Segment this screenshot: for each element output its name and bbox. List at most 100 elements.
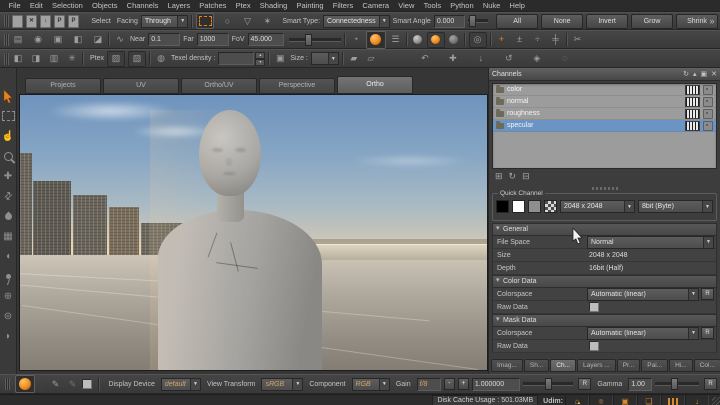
smudge-tool-icon[interactable]: ◗ [1, 326, 16, 346]
file-save-icon[interactable]: ↓ [39, 14, 53, 28]
import-ptex-icon[interactable]: P [67, 14, 81, 28]
display-device-dropdown[interactable]: default ▼ [161, 378, 201, 391]
move-tool-icon[interactable]: ✚ [1, 166, 16, 186]
gamma-reset-button[interactable]: R [704, 378, 717, 390]
marquee-select-tool[interactable] [196, 13, 214, 29]
toolbar-drag-handle[interactable] [4, 34, 9, 46]
menu-view[interactable]: View [394, 1, 419, 10]
copy-status-icon[interactable]: ❑ [637, 395, 661, 405]
resize-grip[interactable] [712, 397, 720, 405]
texel-density-input[interactable] [218, 52, 254, 65]
select-cursor-tool-icon[interactable] [1, 86, 16, 106]
bars-status-icon[interactable] [661, 395, 685, 405]
globe-icon[interactable]: ◍ [154, 52, 168, 66]
channel-cache-icon[interactable] [703, 109, 713, 119]
component-dropdown[interactable]: RGB ▼ [352, 378, 390, 391]
download-status-icon[interactable]: ↓ [685, 395, 709, 405]
cube-view-icon[interactable]: ▤ [11, 33, 25, 47]
tab-projects-panel[interactable]: Pr... [617, 359, 641, 372]
view-transform-dropdown[interactable]: sRGB ▼ [261, 378, 303, 391]
half-sphere-icon[interactable]: ◧ [71, 33, 85, 47]
panel-collapse-icon[interactable]: ▴ [693, 70, 697, 78]
mask-raw-data-checkbox[interactable] [589, 341, 599, 351]
facing-dropdown[interactable]: Through ▼ [141, 15, 188, 28]
menu-ptex[interactable]: Ptex [231, 1, 255, 10]
tab-image-manager[interactable]: Imag... [491, 359, 523, 372]
rotate-icon[interactable]: ↺ [502, 52, 516, 66]
merge-patch-icon[interactable]: ╪ [549, 33, 563, 47]
gamma-slider[interactable] [655, 382, 699, 386]
tab-colors[interactable]: Col... [694, 359, 720, 372]
spin-down-icon[interactable]: ▼ [255, 59, 265, 66]
file-close-icon[interactable]: ✕ [25, 14, 39, 28]
menu-patches[interactable]: Patches [195, 1, 231, 10]
select-grow-button[interactable]: Grow [631, 14, 673, 29]
slider-handle[interactable] [305, 34, 312, 46]
projection-a-icon[interactable]: ◧ [11, 52, 25, 66]
panel-refresh-icon[interactable]: ↻ [683, 70, 689, 78]
camera-view-icon[interactable]: ◉ [31, 33, 45, 47]
color-colorspace-reset-button[interactable]: R [701, 288, 714, 300]
panel-dock-icon[interactable]: ▣ [701, 70, 708, 78]
gain-slider[interactable] [523, 382, 574, 386]
polygon-select-tool-icon[interactable]: ▽ [240, 14, 254, 28]
warp-grid-tool-icon[interactable]: ▦ [1, 226, 16, 246]
menu-shading[interactable]: Shading [255, 1, 292, 10]
fov-input[interactable]: 45.000 [248, 33, 284, 46]
panel-splitter[interactable] [592, 187, 618, 190]
pull-down-icon[interactable]: ↓ [474, 52, 488, 66]
channel-row-roughness[interactable]: roughness [493, 108, 716, 120]
color-colorspace-dropdown[interactable]: Automatic (linear) ▼ [587, 288, 699, 301]
slider-handle[interactable] [671, 378, 678, 390]
general-section-header[interactable]: General [492, 223, 717, 236]
panel-close-icon[interactable]: ✕ [711, 70, 717, 78]
tab-history[interactable]: Hi... [669, 359, 693, 372]
mask-data-section-header[interactable]: Mask Data [492, 314, 717, 327]
menu-python[interactable]: Python [446, 1, 479, 10]
menu-file[interactable]: File [4, 1, 25, 10]
sync-channel-icon[interactable]: ↻ [509, 171, 517, 182]
toolbar-drag-handle[interactable] [4, 53, 9, 65]
smart-angle-slider[interactable] [468, 19, 488, 23]
graph-icon[interactable]: ∿ [113, 33, 127, 47]
pen-disabled-icon[interactable]: ✎ [65, 377, 79, 391]
export-ptex-icon[interactable]: P [53, 14, 67, 28]
zoom-tool-icon[interactable] [1, 146, 16, 166]
channel-row-specular[interactable]: specular [493, 120, 716, 132]
menu-camera[interactable]: Camera [358, 1, 394, 10]
projection-c-icon[interactable]: ▥ [47, 52, 61, 66]
plane-icon[interactable]: ◪ [91, 33, 105, 47]
projection-b-icon[interactable]: ◨ [29, 52, 43, 66]
menu-objects[interactable]: Objects [87, 1, 122, 10]
ptex-check-b-icon[interactable]: ▧ [128, 51, 146, 67]
tab-shaders[interactable]: Sh... [524, 359, 549, 372]
mask-colorspace-dropdown[interactable]: Automatic (linear) ▼ [587, 327, 699, 340]
channel-cache-icon[interactable] [703, 121, 713, 131]
menu-nuke[interactable]: Nuke [478, 1, 505, 10]
light-sphere-icon[interactable] [447, 33, 461, 47]
uv-box-icon[interactable]: ▣ [273, 52, 287, 66]
slider-handle[interactable] [469, 15, 476, 27]
gray-swatch[interactable] [528, 200, 541, 213]
pie-icon[interactable]: ◔ [349, 33, 363, 47]
lasso-tool-icon[interactable]: ○ [220, 14, 234, 28]
gain-minus-button[interactable]: - [444, 378, 455, 390]
channel-cache-icon[interactable] [703, 85, 713, 95]
fov-slider[interactable] [289, 38, 341, 42]
gain-reset-button[interactable]: R [578, 378, 591, 390]
display-checkbox[interactable] [82, 379, 91, 389]
gain-plus-button[interactable]: + [458, 378, 469, 390]
tab-ortho-uv[interactable]: Ortho/UV [181, 78, 257, 94]
toolbar-drag-handle[interactable] [4, 15, 9, 27]
marquee-tool-icon[interactable] [1, 106, 16, 126]
add-patch-icon[interactable]: + [495, 33, 509, 47]
target-status-icon[interactable]: ◎ [589, 395, 613, 405]
toolbar-drag-handle[interactable] [5, 378, 10, 390]
bitdepth-dropdown[interactable]: 8bit (Byte) ▼ [638, 200, 713, 213]
file-space-dropdown[interactable]: Normal ▼ [587, 236, 714, 249]
menu-help[interactable]: Help [505, 1, 530, 10]
mask-colorspace-reset-button[interactable]: R [701, 327, 714, 339]
projection-d-icon[interactable]: ✳ [65, 52, 79, 66]
spin-up-icon[interactable]: ▲ [255, 52, 265, 59]
pan-hand-tool-icon[interactable]: ☝ [1, 126, 16, 146]
